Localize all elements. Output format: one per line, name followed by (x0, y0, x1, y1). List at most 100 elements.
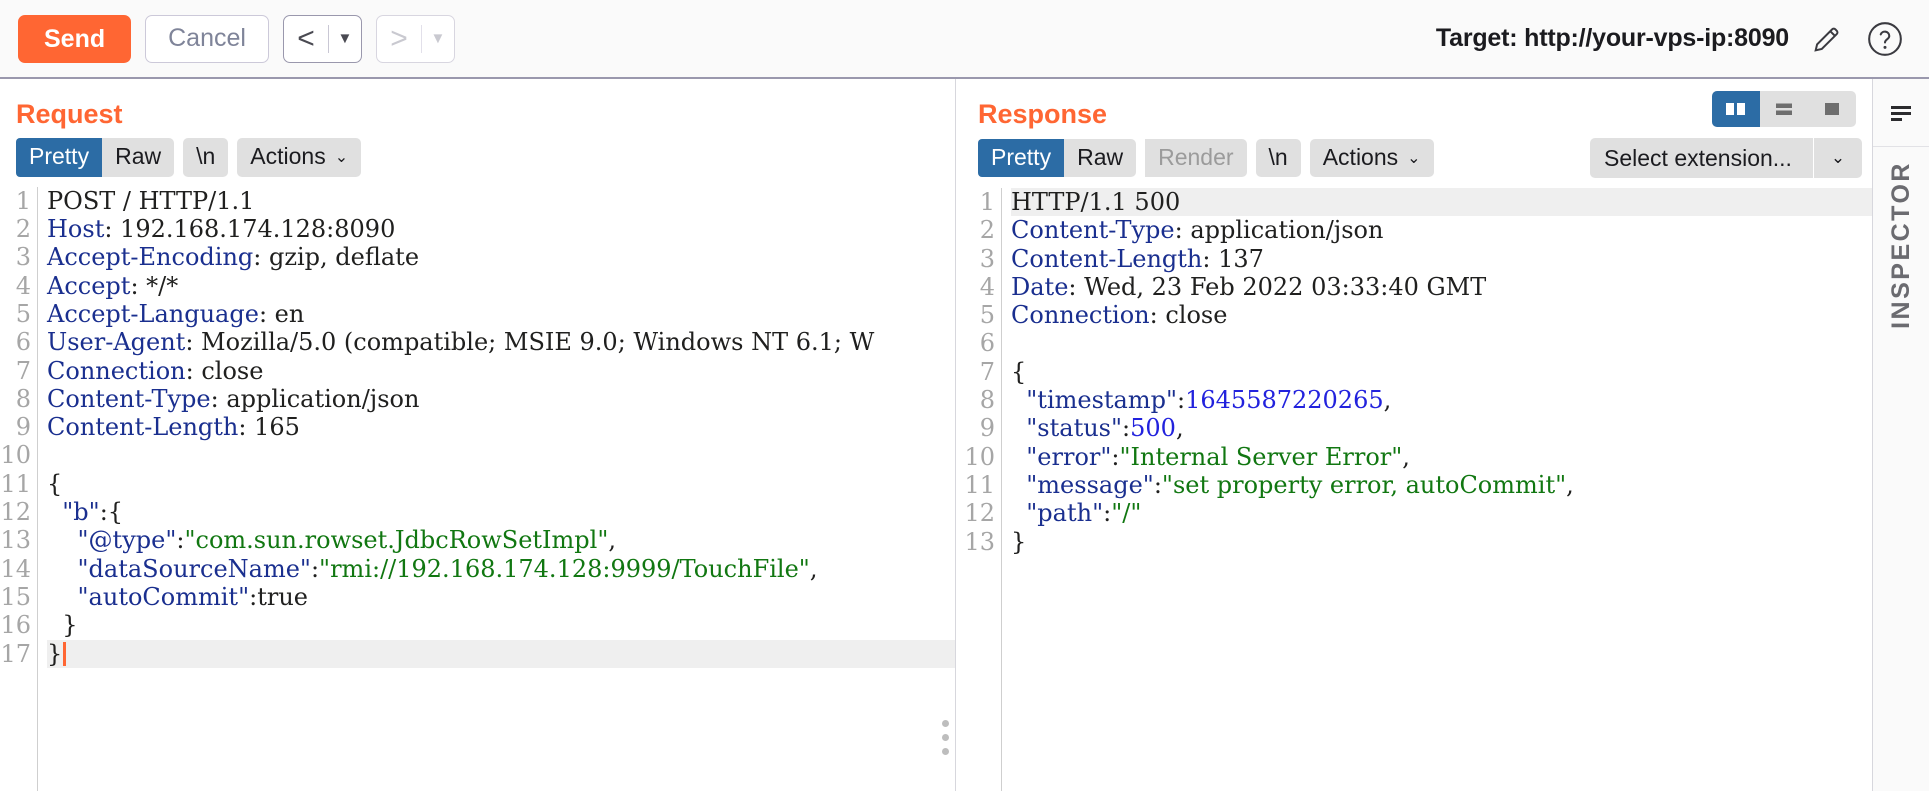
code-line[interactable]: "path":"/" (1011, 499, 1872, 527)
code-token: Date (1011, 273, 1068, 301)
request-resize-handle[interactable] (942, 720, 949, 755)
code-line[interactable]: "status":500, (1011, 414, 1872, 442)
code-line[interactable]: POST / HTTP/1.1 (47, 187, 955, 215)
line-number: 10 (0, 441, 31, 469)
response-actions-button[interactable]: Actions⌄ (1310, 139, 1434, 178)
back-split-button[interactable]: < ▼ (283, 15, 362, 63)
code-line[interactable]: Accept-Encoding: gzip, deflate (47, 243, 955, 271)
select-extension-value: Select extension... (1590, 145, 1813, 172)
code-line[interactable]: "error":"Internal Server Error", (1011, 443, 1872, 471)
code-line[interactable]: Date: Wed, 23 Feb 2022 03:33:40 GMT (1011, 273, 1872, 301)
code-token: , (1384, 386, 1392, 414)
single-view-icon[interactable] (1808, 91, 1856, 127)
code-line[interactable]: } (47, 640, 955, 668)
code-line[interactable]: HTTP/1.1 500 (1011, 188, 1872, 216)
request-toolbar: Pretty Raw \n Actions⌄ (0, 138, 955, 187)
back-history-caret-icon[interactable]: ▼ (329, 16, 361, 62)
line-number: 4 (962, 273, 995, 301)
code-token: : 165 (238, 413, 300, 441)
code-line[interactable]: "dataSourceName":"rmi://192.168.174.128:… (47, 555, 955, 583)
line-number: 9 (0, 413, 31, 441)
code-token: "error" (1011, 443, 1111, 471)
code-token: Accept-Encoding (47, 243, 253, 271)
response-toolbar: Pretty Raw Render \n Actions⌄ Select ext… (962, 138, 1872, 188)
code-line[interactable]: "timestamp":1645587220265, (1011, 386, 1872, 414)
line-number: 2 (0, 215, 31, 243)
line-number: 11 (962, 471, 995, 499)
forward-history-caret-icon[interactable]: ▼ (422, 16, 454, 62)
code-token: "com.sun.rowset.JdbcRowSetImpl" (184, 526, 608, 554)
code-line[interactable]: "@type":"com.sun.rowset.JdbcRowSetImpl", (47, 526, 955, 554)
request-code[interactable]: POST / HTTP/1.1Host: 192.168.174.128:809… (38, 187, 955, 791)
code-line[interactable]: { (1011, 358, 1872, 386)
inspector-toggle[interactable]: INSPECTOR (1887, 147, 1916, 791)
code-token: : Mozilla/5.0 (compatible; MSIE 9.0; Win… (185, 328, 874, 356)
line-number: 6 (962, 329, 995, 357)
tab-response-render[interactable]: Render (1145, 139, 1246, 178)
code-line[interactable]: "autoCommit":true (47, 583, 955, 611)
collapse-lines-icon[interactable] (1873, 79, 1929, 147)
response-actions-label: Actions (1323, 144, 1398, 170)
code-token: : gzip, deflate (253, 243, 419, 271)
code-line[interactable]: User-Agent: Mozilla/5.0 (compatible; MSI… (47, 328, 955, 356)
question-mark-icon[interactable] (1865, 19, 1905, 59)
line-number: 15 (0, 583, 31, 611)
code-line[interactable]: Connection: close (47, 357, 955, 385)
line-number: 5 (0, 300, 31, 328)
request-actions-button[interactable]: Actions⌄ (237, 138, 361, 177)
tab-response-newline[interactable]: \n (1256, 139, 1301, 178)
code-token: "message" (1011, 471, 1154, 499)
code-token: Content-Length (1011, 245, 1202, 273)
request-editor[interactable]: 1234567891011121314151617 POST / HTTP/1.… (0, 187, 955, 791)
tab-response-pretty[interactable]: Pretty (978, 139, 1064, 178)
line-number: 11 (0, 470, 31, 498)
code-line[interactable]: Content-Type: application/json (1011, 216, 1872, 244)
code-line[interactable]: Accept-Language: en (47, 300, 955, 328)
chevron-down-icon[interactable]: ⌄ (1814, 148, 1862, 168)
tab-request-pretty[interactable]: Pretty (16, 138, 102, 177)
tab-request-newline[interactable]: \n (183, 138, 228, 177)
code-line[interactable] (47, 441, 955, 469)
inspector-rail: INSPECTOR (1872, 79, 1929, 791)
response-toolbar-right: Select extension... ⌄ (1590, 138, 1862, 178)
response-format-tabs: Pretty Raw Render \n Actions⌄ (978, 139, 1434, 178)
line-number: 4 (0, 272, 31, 300)
code-line[interactable]: "message":"set property error, autoCommi… (1011, 471, 1872, 499)
code-token: , (1402, 443, 1410, 471)
back-icon[interactable]: < (284, 16, 328, 62)
code-line[interactable]: { (47, 470, 955, 498)
line-number: 6 (0, 328, 31, 356)
code-line[interactable] (1011, 329, 1872, 357)
code-line[interactable]: } (1011, 528, 1872, 556)
tab-request-raw[interactable]: Raw (102, 138, 174, 177)
chevron-down-icon: ⌄ (335, 149, 348, 166)
code-line[interactable]: "b":{ (47, 498, 955, 526)
select-extension-dropdown[interactable]: Select extension... ⌄ (1590, 138, 1862, 178)
code-line[interactable]: Content-Type: application/json (47, 385, 955, 413)
code-token: : Wed, 23 Feb 2022 03:33:40 GMT (1068, 273, 1486, 301)
code-line[interactable]: Connection: close (1011, 301, 1872, 329)
cancel-button[interactable]: Cancel (145, 15, 269, 63)
pencil-icon[interactable] (1807, 19, 1847, 59)
response-code[interactable]: HTTP/1.1 500Content-Type: application/js… (1002, 188, 1872, 791)
code-token: Content-Length (47, 413, 238, 441)
panel-splitter[interactable] (955, 79, 962, 791)
code-line[interactable]: Content-Length: 137 (1011, 245, 1872, 273)
code-line[interactable]: Content-Length: 165 (47, 413, 955, 441)
response-editor[interactable]: 12345678910111213 HTTP/1.1 500Content-Ty… (962, 188, 1872, 791)
stacked-view-icon[interactable] (1760, 91, 1808, 127)
code-token: : application/json (211, 385, 420, 413)
forward-icon[interactable]: > (377, 16, 421, 62)
code-token: :{ (100, 498, 123, 526)
split-view-icon[interactable] (1712, 91, 1760, 127)
line-number: 9 (962, 414, 995, 442)
send-button[interactable]: Send (18, 15, 131, 63)
forward-split-button[interactable]: > ▼ (376, 15, 455, 63)
code-line[interactable]: } (47, 611, 955, 639)
code-line[interactable]: Host: 192.168.174.128:8090 (47, 215, 955, 243)
code-token: 1645587220265 (1185, 386, 1384, 414)
tab-response-raw[interactable]: Raw (1064, 139, 1136, 178)
code-line[interactable]: Accept: */* (47, 272, 955, 300)
code-token: "set property error, autoCommit" (1162, 471, 1566, 499)
line-number: 10 (962, 443, 995, 471)
